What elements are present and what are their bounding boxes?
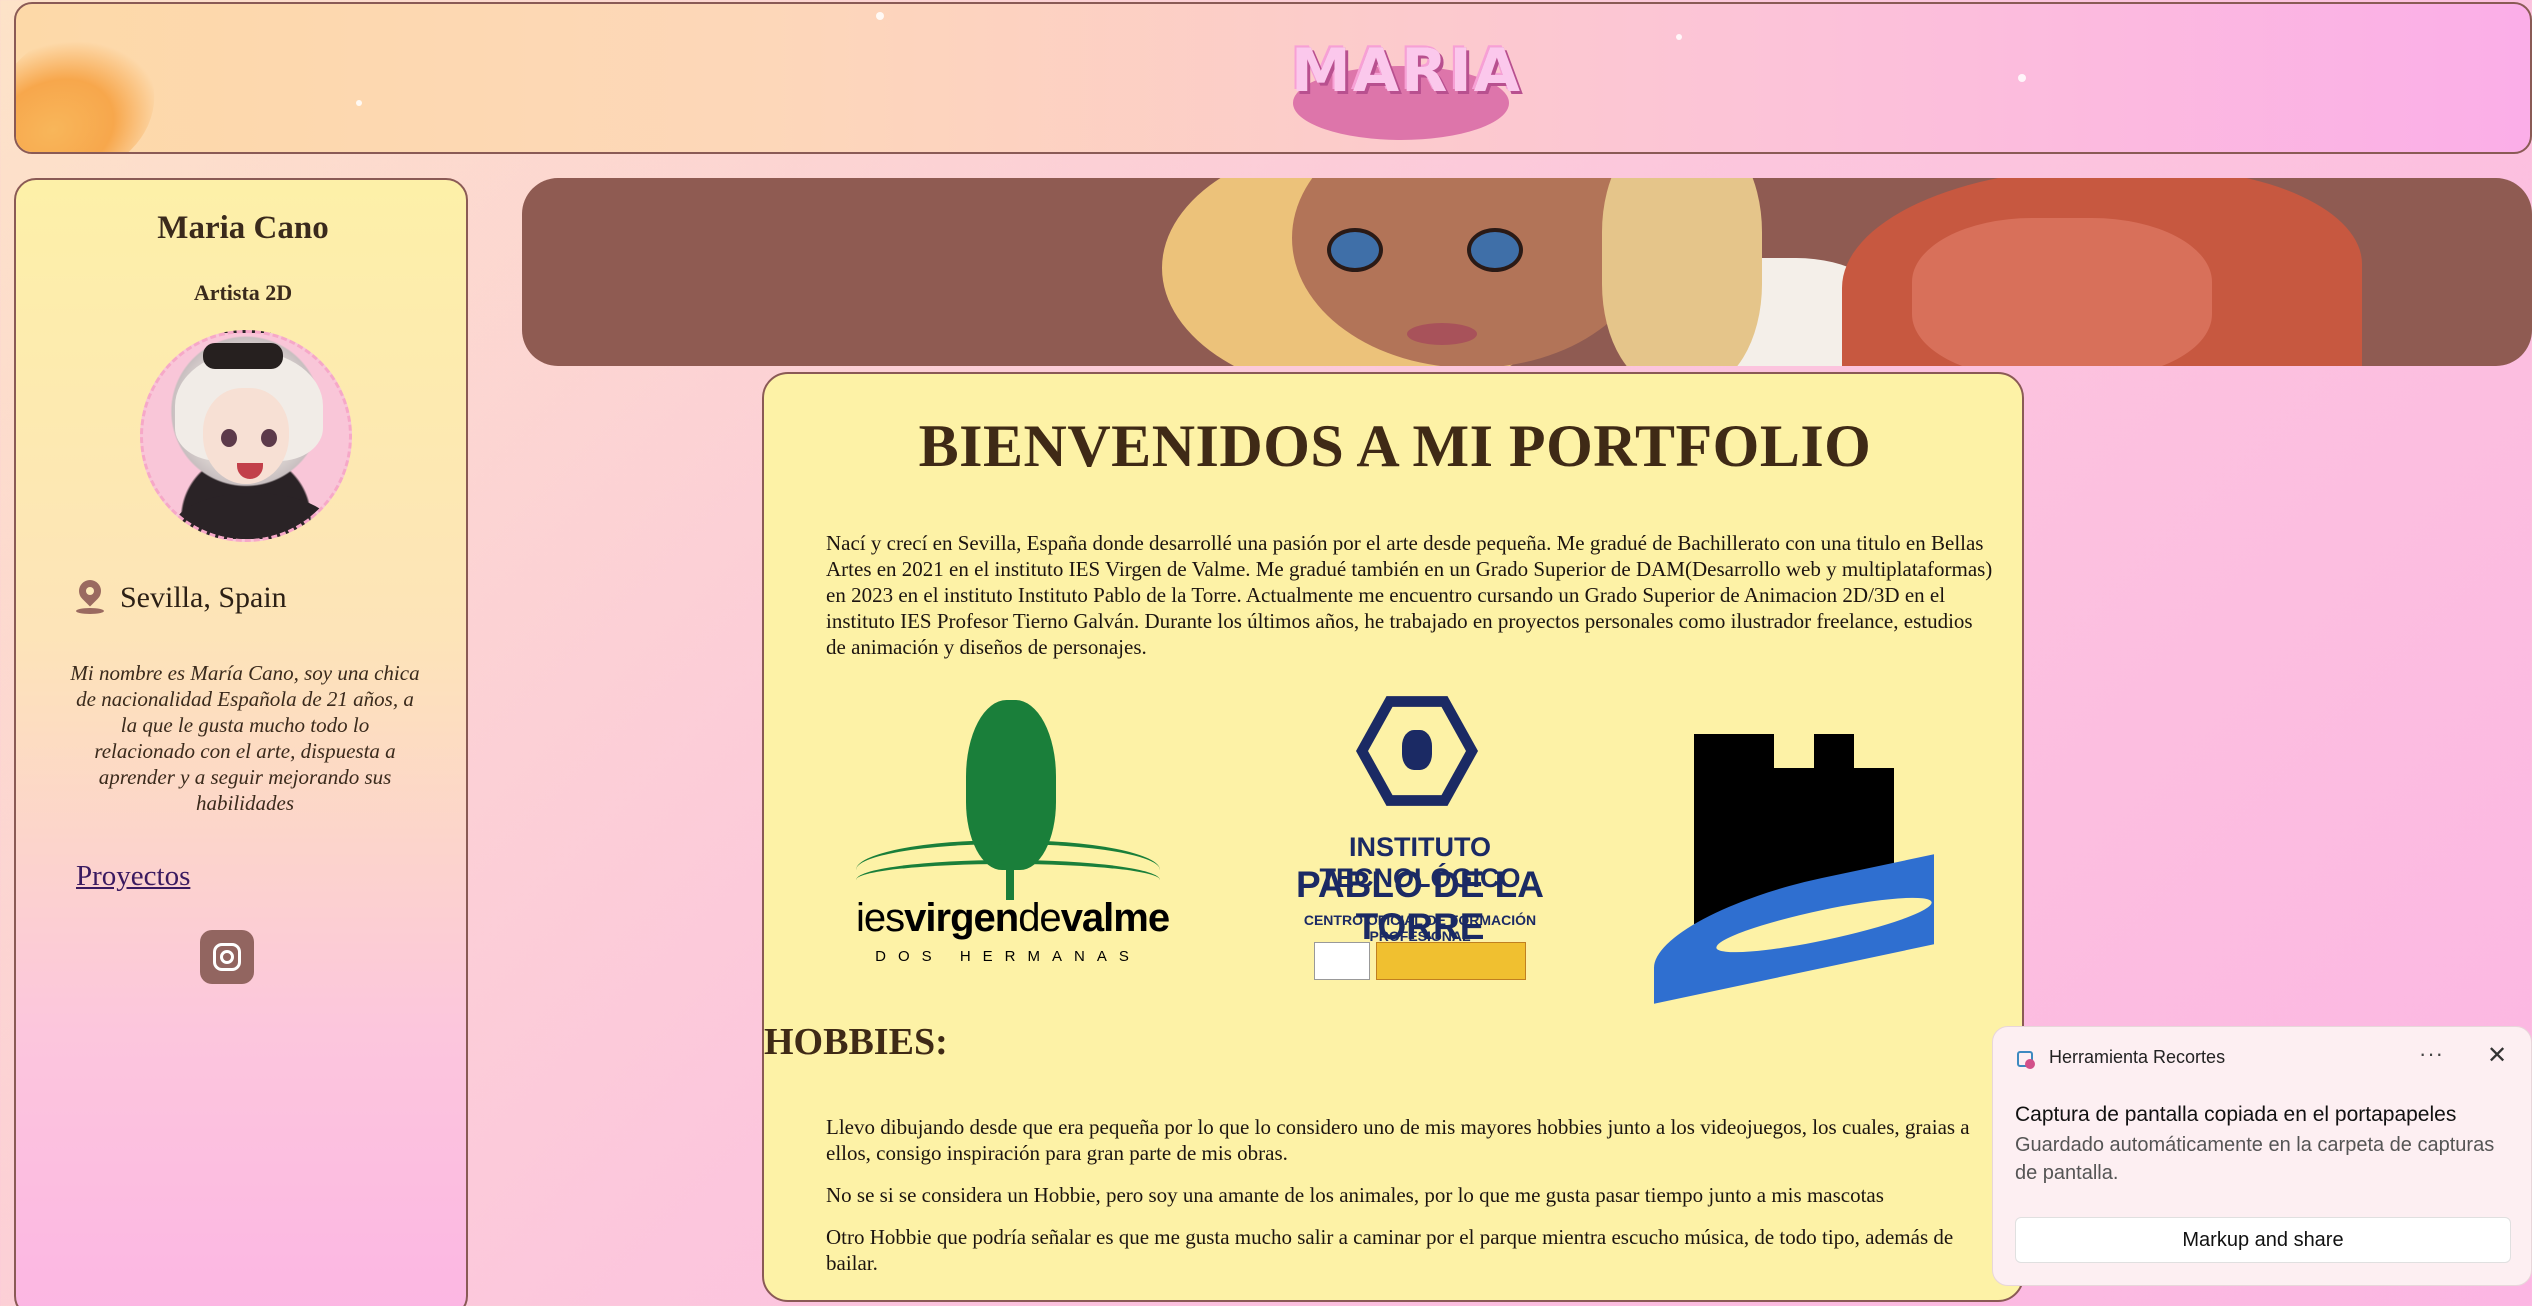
- hero-banner-image: [522, 178, 2532, 366]
- valme-valme: valme: [1060, 896, 1170, 940]
- hobby-paragraph: No se si se considera un Hobbie, pero so…: [826, 1183, 1884, 1207]
- profile-bio: Mi nombre es María Cano, soy una chica d…: [70, 661, 420, 815]
- header-wave-decoration: [16, 6, 179, 152]
- location-text: Sevilla, Spain: [120, 581, 287, 614]
- sparkle-decoration: [876, 12, 884, 20]
- valme-virgen: virgen: [904, 896, 1019, 940]
- ies-tierno-galvan-logo: [1654, 734, 1935, 1004]
- intro-paragraph: Nací y crecí en Sevilla, España donde de…: [826, 531, 1993, 659]
- hobbies-heading: HOBBIES:: [764, 1021, 948, 1063]
- site-header: MARIA: [14, 2, 2532, 154]
- castle-crenel: [1774, 734, 1814, 768]
- pablo-de-la-torre-logo: INSTITUTO TECNOLÓGICO PABLO DE LA TORRE …: [1270, 690, 1570, 990]
- banner-lips: [1407, 323, 1477, 345]
- maria-logo[interactable]: MARIA: [1291, 14, 1523, 144]
- valme-ies: ies: [856, 896, 905, 940]
- profile-role: Artista 2D: [193, 280, 293, 305]
- school-logos: iesvirgendevalme DOS HERMANAS INSTITUTO …: [764, 690, 2026, 1004]
- avatar-body: [173, 493, 333, 539]
- location-pin-icon: [76, 580, 104, 616]
- banner-kimono-pattern: [1912, 218, 2212, 366]
- notification-subtext: Guardado automáticamente en la carpeta d…: [2015, 1134, 2495, 1184]
- avatar-eye: [261, 429, 277, 447]
- avatar-eye: [221, 429, 237, 447]
- snipping-tool-icon: [2015, 1049, 2039, 1073]
- book-icon: [856, 860, 1160, 900]
- hobby-paragraph: Otro Hobbie que podría señalar es que me…: [826, 1225, 1954, 1275]
- instagram-icon[interactable]: [200, 930, 254, 984]
- hexagon-circuit: [1402, 730, 1432, 770]
- markup-and-share-button[interactable]: Markup and share: [2015, 1217, 2511, 1263]
- valme-logo-town: DOS HERMANAS: [875, 948, 1141, 965]
- avatar: [140, 330, 352, 542]
- ies-virgen-de-valme-logo: iesvirgendevalme DOS HERMANAS: [856, 700, 1170, 970]
- location-row: Sevilla, Spain: [76, 578, 287, 618]
- sparkle-decoration: [356, 100, 362, 106]
- junta-andalucia-badge: [1314, 942, 1370, 980]
- projects-link[interactable]: Proyectos: [76, 860, 190, 893]
- gobierno-espana-badge: [1376, 942, 1526, 980]
- more-icon[interactable]: ···: [2419, 1041, 2444, 1067]
- avatar-bow: [203, 343, 283, 369]
- banner-hair: [1602, 178, 1762, 366]
- valme-logo-name: iesvirgendevalme: [856, 896, 1170, 941]
- notification-message: Captura de pantalla copiada en el portap…: [2015, 1103, 2457, 1126]
- snipping-tool-notification[interactable]: Herramienta Recortes ··· ✕ Captura de pa…: [1992, 1026, 2532, 1286]
- page-title: BIENVENIDOS A MI PORTFOLIO: [918, 413, 1872, 479]
- notification-app-name: Herramienta Recortes: [2049, 1047, 2226, 1067]
- logo-text: MARIA: [1291, 36, 1523, 106]
- close-icon[interactable]: ✕: [2487, 1041, 2507, 1070]
- sparkle-decoration: [1676, 34, 1682, 40]
- sparkle-decoration: [2018, 74, 2026, 82]
- hobby-paragraph: Llevo dibujando desde que era pequeña po…: [826, 1115, 1970, 1165]
- pablo-logo-line3: CENTRO OFICIAL DE FORMACIÓN PROFESIONAL: [1303, 912, 1537, 944]
- profile-sidebar: Maria Cano Artista 2D Sevilla, Spain Mi …: [14, 178, 468, 1306]
- valme-de: de: [1018, 896, 1061, 940]
- profile-name: Maria Cano: [157, 210, 329, 246]
- portfolio-main-card: BIENVENIDOS A MI PORTFOLIO Nací y crecí …: [762, 372, 2024, 1302]
- banner-eye: [1327, 228, 1383, 272]
- banner-eye: [1467, 228, 1523, 272]
- castle-crenel: [1854, 734, 1894, 768]
